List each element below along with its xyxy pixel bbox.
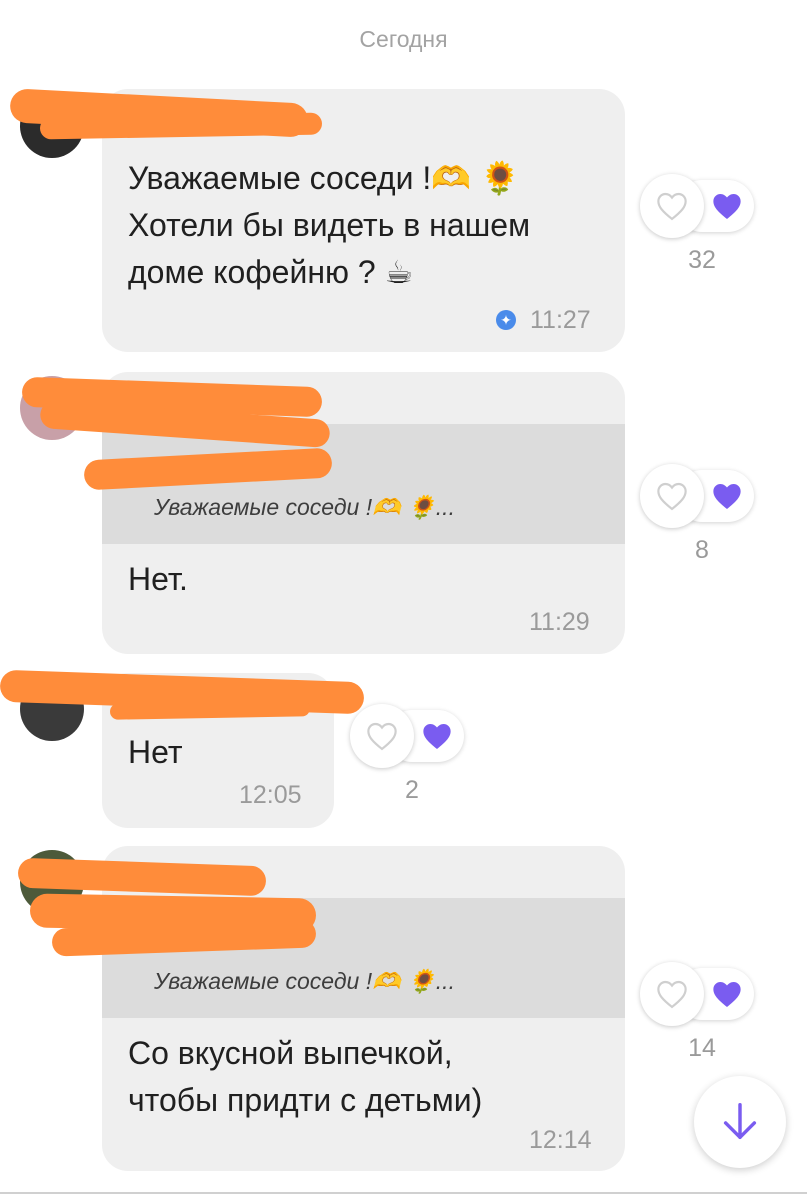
arrow-down-icon xyxy=(723,1103,757,1140)
like-button[interactable] xyxy=(640,962,704,1026)
message-time: 11:27 xyxy=(530,306,591,334)
bottom-divider xyxy=(0,1192,807,1194)
reaction-count: 2 xyxy=(405,776,419,804)
message-text: Уважаемые соседи !🫶 🌻 Хотели бы видеть в… xyxy=(128,160,531,290)
purple-heart-icon xyxy=(423,724,451,749)
heart-outline-icon xyxy=(657,482,687,511)
date-separator: Сегодня xyxy=(359,26,448,52)
reaction-group: 8 xyxy=(640,464,760,564)
reaction-count: 32 xyxy=(688,246,716,274)
heart-outline-icon xyxy=(657,192,687,221)
reaction-count: 14 xyxy=(688,1034,716,1062)
heart-outline-icon xyxy=(657,980,687,1009)
reaction-count: 8 xyxy=(695,536,709,564)
like-button[interactable] xyxy=(640,174,704,238)
like-button[interactable] xyxy=(350,704,414,768)
purple-heart-icon xyxy=(713,982,741,1007)
reaction-group: 14 xyxy=(640,962,760,1062)
purple-heart-icon xyxy=(713,484,741,509)
message-text: Со вкусной выпечкой, чтобы придти с деть… xyxy=(128,1035,483,1118)
scroll-to-bottom-button[interactable] xyxy=(694,1076,786,1168)
like-button[interactable] xyxy=(640,464,704,528)
reply-quote-text: Уважаемые соседи !🫶 🌻... xyxy=(154,968,455,994)
edited-badge-icon: ✦ xyxy=(496,310,516,330)
reaction-group: 2 xyxy=(350,704,470,804)
reaction-group: 32 xyxy=(640,174,760,274)
message-text: Нет. xyxy=(128,561,188,597)
reply-quote-text: Уважаемые соседи !🫶 🌻... xyxy=(154,494,455,520)
heart-outline-icon xyxy=(367,722,397,751)
message-text: Нет xyxy=(128,734,183,770)
purple-heart-icon xyxy=(713,194,741,219)
message-time: 12:05 xyxy=(239,781,302,809)
message-time: 11:29 xyxy=(529,608,590,636)
message-time: 12:14 xyxy=(529,1126,592,1154)
message-bubble[interactable]: Уважаемые соседи !🫶 🌻... Со вкусной выпе… xyxy=(102,846,625,1171)
